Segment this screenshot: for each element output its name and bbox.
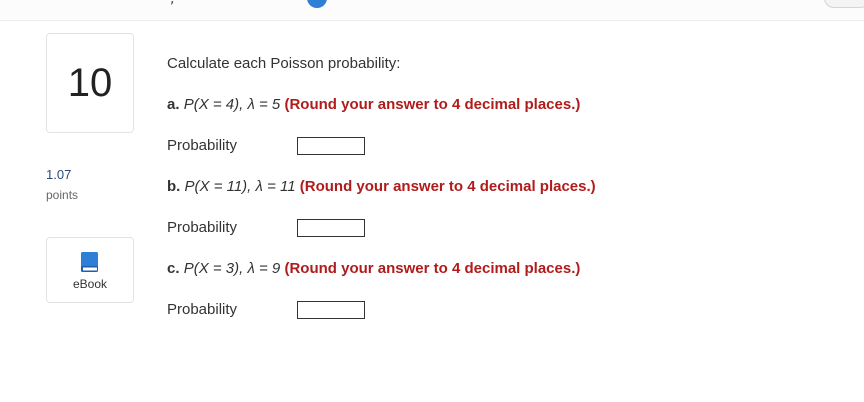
part-a-prompt: a. P(X = 4), λ = 5 (Round your answer to… bbox=[167, 96, 580, 113]
part-c-label: c. bbox=[167, 260, 180, 277]
points-block: 1.07 points bbox=[46, 167, 78, 202]
part-b-answer-label: Probability bbox=[167, 219, 238, 236]
part-c-prompt: c. P(X = 3), λ = 9 (Round your answer to… bbox=[167, 260, 580, 277]
top-bar-cropped-text: , bbox=[170, 0, 174, 7]
part-b-label: b. bbox=[167, 178, 181, 195]
part-b-instruction: (Round your answer to 4 decimal places.) bbox=[299, 178, 596, 195]
part-a-label: a. bbox=[167, 96, 180, 113]
part-b-answer-row: Probability bbox=[167, 219, 237, 236]
top-bar-indicator-icon[interactable] bbox=[307, 0, 327, 8]
ebook-label: eBook bbox=[72, 277, 108, 291]
ebook-button[interactable]: eBook bbox=[46, 237, 134, 303]
part-b-expression: P(X = 11), λ = 11 bbox=[184, 178, 296, 195]
part-a-instruction: (Round your answer to 4 decimal places.) bbox=[284, 96, 581, 113]
book-icon bbox=[81, 252, 98, 272]
part-c-instruction: (Round your answer to 4 decimal places.) bbox=[284, 260, 581, 277]
part-c-answer-label: Probability bbox=[167, 301, 238, 318]
top-bar: , bbox=[0, 0, 864, 21]
part-a-answer-input[interactable] bbox=[297, 137, 365, 155]
points-value: 1.07 bbox=[46, 167, 72, 182]
part-c-expression: P(X = 3), λ = 9 bbox=[183, 260, 281, 277]
part-a-expression: P(X = 4), λ = 5 bbox=[183, 96, 281, 113]
question-intro: Calculate each Poisson probability: bbox=[167, 55, 401, 72]
part-b-prompt: b. P(X = 11), λ = 11 (Round your answer … bbox=[167, 178, 596, 195]
part-c-answer-row: Probability bbox=[167, 301, 237, 318]
part-a-answer-label: Probability bbox=[167, 137, 238, 154]
question-number: 10 bbox=[46, 33, 134, 133]
part-b-answer-input[interactable] bbox=[297, 219, 365, 237]
part-c-answer-input[interactable] bbox=[297, 301, 365, 319]
top-bar-button[interactable] bbox=[824, 0, 864, 8]
points-label: points bbox=[46, 188, 79, 202]
part-a-answer-row: Probability bbox=[167, 137, 237, 154]
